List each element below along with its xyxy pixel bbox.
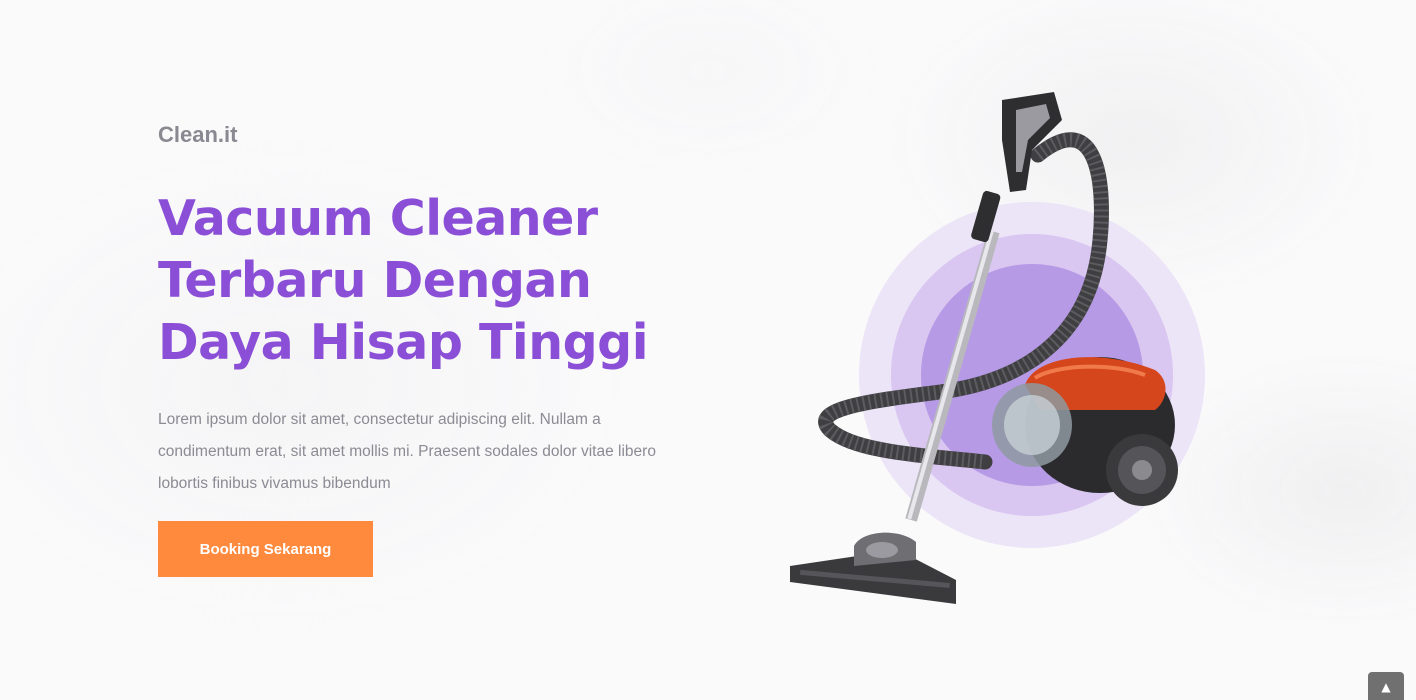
headline-line-2: Terbaru Dengan <box>158 252 592 309</box>
chevron-up-icon: ▲ <box>1381 680 1391 694</box>
vacuum-cleaner-icon <box>790 92 1205 604</box>
hero-visual <box>770 80 1230 620</box>
headline-line-3: Daya Hisap Tinggi <box>158 314 649 371</box>
brand-logo[interactable]: Clean.it <box>158 118 698 152</box>
hero-description: Lorem ipsum dolor sit amet, consectetur … <box>158 411 656 492</box>
booking-button[interactable]: Booking Sekarang <box>158 521 373 577</box>
hero-headline: Vacuum Cleaner Terbaru Dengan Daya Hisap… <box>158 188 678 374</box>
hero-content: Clean.it Vacuum Cleaner Terbaru Dengan D… <box>158 118 698 577</box>
scroll-to-top-button[interactable]: ▲ <box>1368 672 1404 700</box>
headline-line-1: Vacuum Cleaner <box>158 190 598 247</box>
